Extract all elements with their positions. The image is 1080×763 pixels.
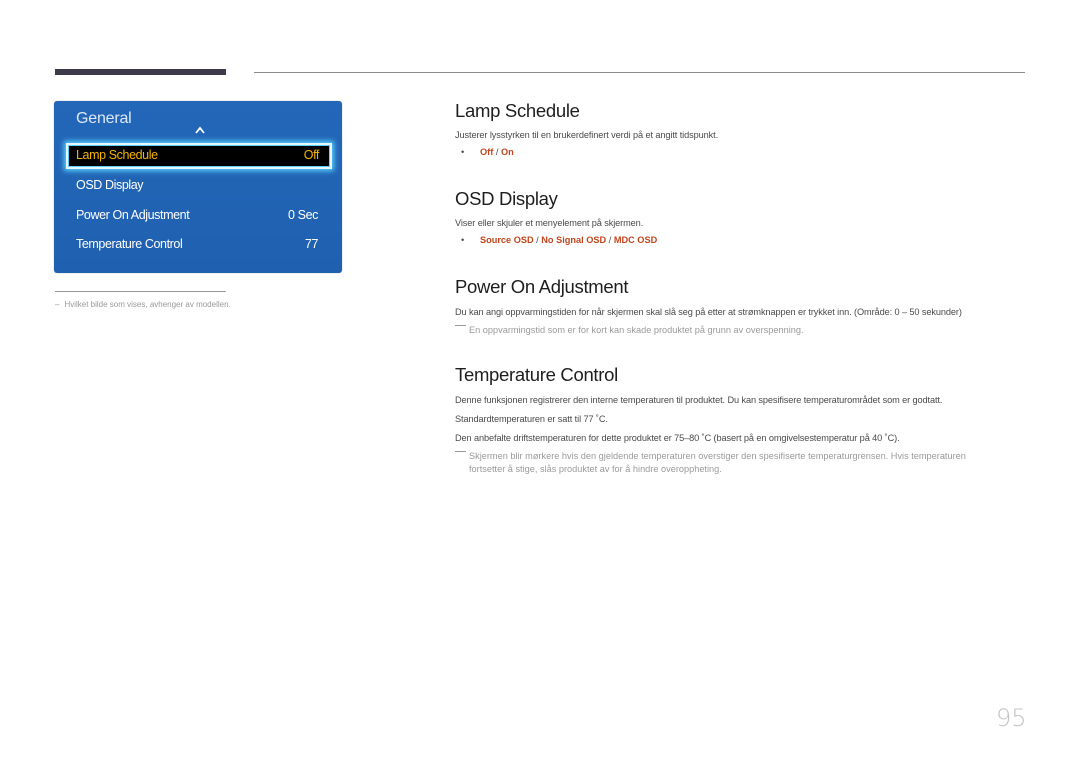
osd-menu-title: General [76, 110, 132, 127]
option-separator: / [495, 147, 499, 157]
option-separator: / [608, 235, 612, 245]
note-text: En oppvarmingstid som er for kort kan sk… [469, 325, 804, 335]
section-note: En oppvarmingstid som er for kort kan sk… [455, 325, 962, 335]
osd-item-lamp-schedule[interactable]: Lamp Schedule Off [66, 143, 332, 169]
header-rule [254, 72, 1025, 73]
option-on: On [500, 147, 514, 157]
section-note: Skjermen blir mørkere hvis den gjeldende… [455, 451, 966, 461]
options-list: • Off / On [455, 147, 718, 157]
footnote-text: Hvilket bilde som vises, avhenger av mod… [64, 300, 231, 309]
footnote-rule [55, 291, 226, 292]
section-power-on-adjustment: Power On Adjustment Du kan angi oppvarmi… [455, 276, 962, 335]
options-list: • Source OSD / No Signal OSD / MDC OSD [455, 235, 657, 245]
section-title: Lamp Schedule [455, 100, 580, 121]
page-number: 95 [996, 704, 1027, 732]
osd-item-osd-display[interactable]: OSD Display [66, 174, 330, 198]
section-osd-display: OSD Display Viser eller skjuler et menye… [455, 188, 657, 245]
osd-item-label: Lamp Schedule [76, 148, 158, 162]
osd-menu-panel: General Lamp Schedule Off OSD Display Po… [54, 101, 342, 273]
section-description-2: Standardtemperaturen er satt til 77 ˚C. [455, 414, 608, 424]
option-no-signal-osd: No Signal OSD [541, 235, 607, 245]
osd-item-label: Power On Adjustment [76, 208, 190, 222]
header-accent-bar [55, 69, 226, 75]
note-text-2: fortsetter å stige, slås produktet av fo… [469, 464, 722, 474]
section-note-continued: fortsetter å stige, slås produktet av fo… [455, 464, 966, 474]
section-title: Temperature Control [455, 364, 618, 385]
section-description: Du kan angi oppvarmingstiden for når skj… [455, 307, 962, 317]
section-lamp-schedule: Lamp Schedule Justerer lysstyrken til en… [455, 100, 718, 157]
osd-item-label: Temperature Control [76, 237, 183, 251]
note-text-1: Skjermen blir mørkere hvis den gjeldende… [469, 451, 966, 461]
osd-item-value: 77 [304, 237, 319, 251]
osd-item-value: Off [303, 148, 320, 162]
section-temperature-control: Temperature Control Denne funksjonen reg… [455, 364, 966, 474]
note-dash-icon [455, 451, 466, 452]
bullet-icon: • [461, 235, 465, 245]
chevron-up-icon[interactable] [194, 125, 206, 135]
option-mdc-osd: MDC OSD [613, 235, 658, 245]
osd-item-power-on-adjustment[interactable]: Power On Adjustment 0 Sec [66, 204, 330, 228]
bullet-icon: • [461, 147, 465, 157]
note-dash-icon [455, 325, 466, 326]
footnote-dash: – [55, 300, 60, 309]
section-title: OSD Display [455, 188, 558, 209]
option-separator: / [536, 235, 539, 245]
image-footnote: – Hvilket bilde som vises, avhenger av mo… [55, 300, 231, 309]
section-description: Viser eller skjuler et menyelement på sk… [455, 218, 644, 228]
option-source-osd: Source OSD [480, 235, 534, 245]
section-description-1: Denne funksjonen registrerer den interne… [455, 395, 943, 405]
option-off: Off [480, 147, 494, 157]
section-title: Power On Adjustment [455, 276, 629, 297]
section-description-3: Den anbefalte driftstemperaturen for det… [455, 433, 900, 443]
section-description: Justerer lysstyrken til en brukerdefiner… [455, 130, 719, 140]
osd-item-label: OSD Display [76, 178, 144, 192]
osd-item-temperature-control[interactable]: Temperature Control 77 [66, 233, 330, 257]
osd-item-value: 0 Sec [288, 208, 318, 222]
